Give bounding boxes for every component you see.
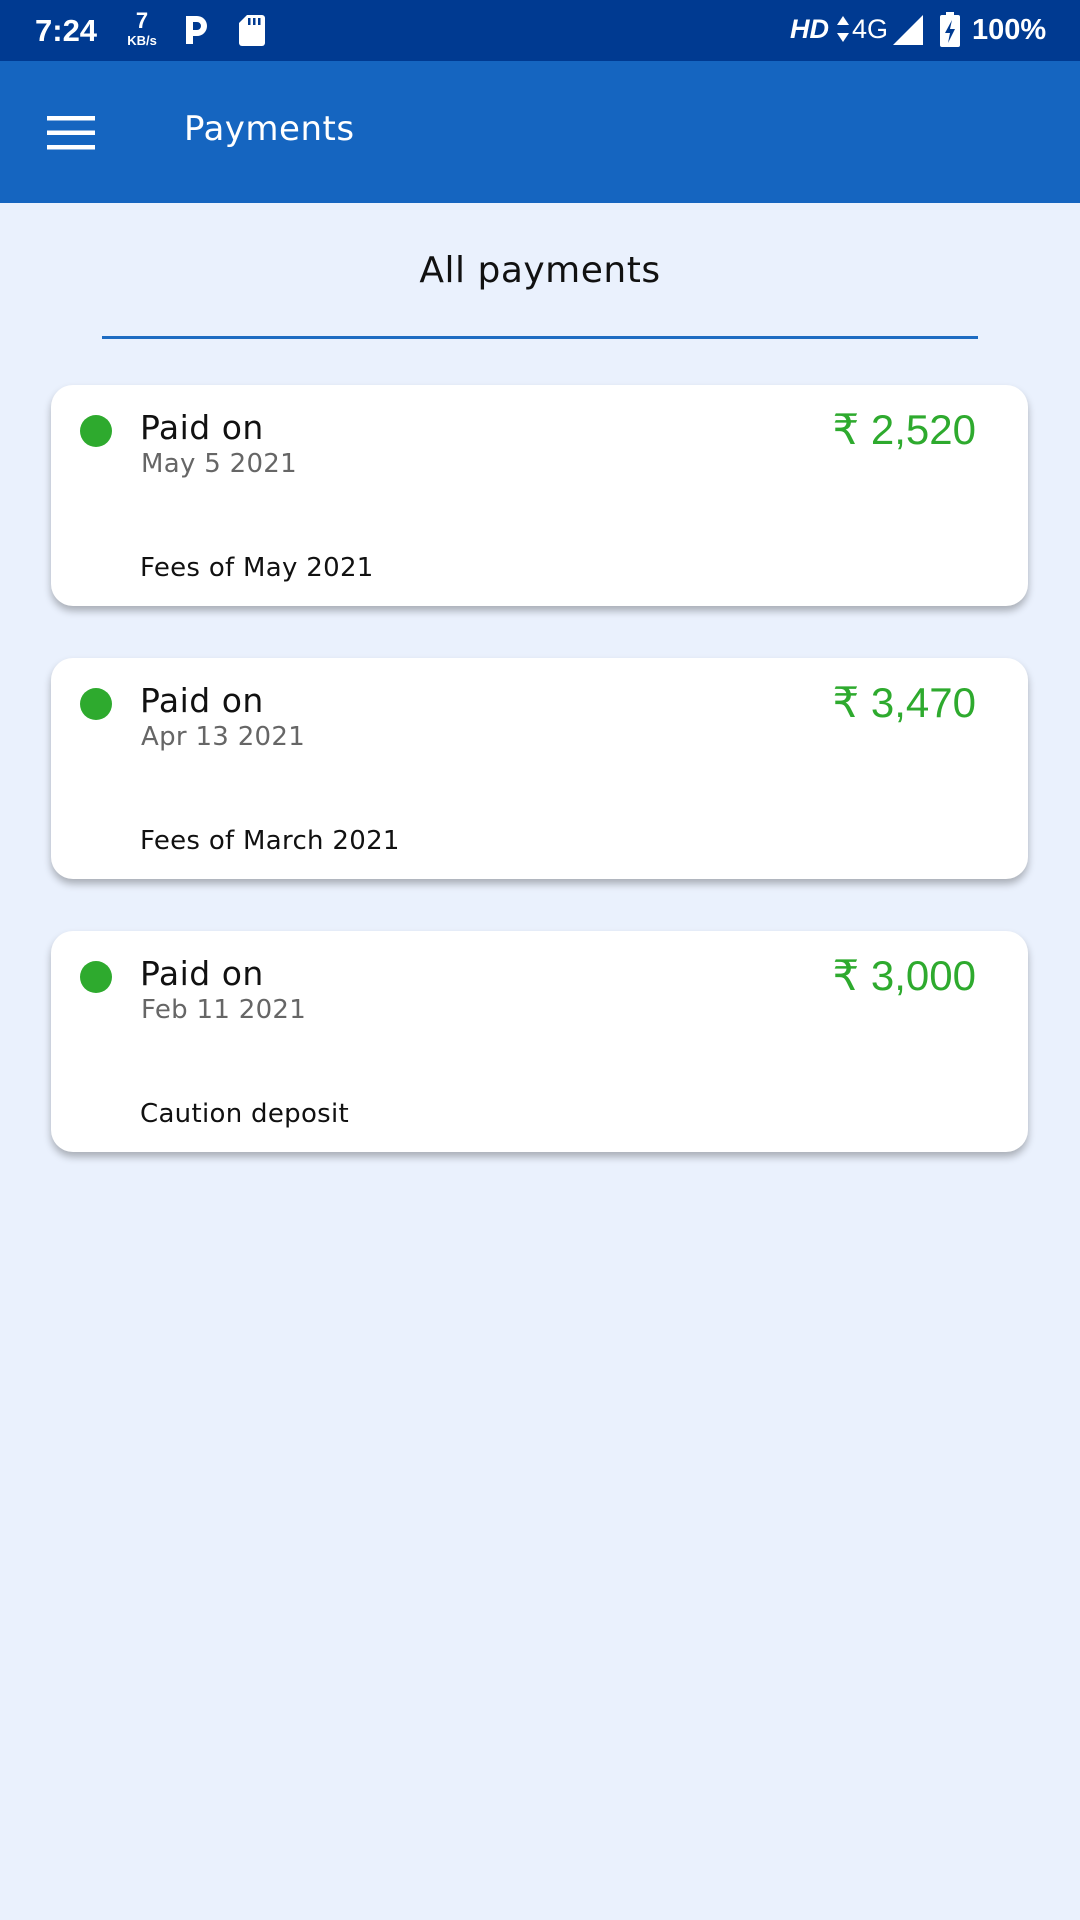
sd-card-icon: [239, 15, 265, 46]
network-speed: 7 KB/s: [120, 8, 164, 48]
paid-label: Paid on: [140, 954, 264, 993]
paid-status-dot: [80, 961, 112, 993]
payment-description: Fees of March 2021: [140, 826, 400, 856]
network-speed-unit: KB/s: [127, 33, 157, 48]
payment-date: Apr 13 2021: [141, 722, 306, 752]
paid-label: Paid on: [140, 681, 264, 720]
network-type: 4G: [852, 14, 889, 44]
paid-label: Paid on: [140, 408, 264, 447]
network-speed-value: 7: [135, 8, 149, 33]
payment-card[interactable]: Paid on Feb 11 2021 ₹ 3,000 Caution depo…: [51, 931, 1028, 1152]
payment-date: Feb 11 2021: [141, 995, 307, 1025]
payment-description: Caution deposit: [140, 1099, 350, 1129]
battery-level: 100%: [972, 14, 1047, 46]
payment-amount: ₹ 3,470: [832, 679, 977, 726]
menu-button[interactable]: [36, 103, 106, 163]
menu-icon: [47, 116, 95, 150]
parking-icon: [186, 16, 207, 44]
data-arrows-icon: [837, 16, 849, 42]
payment-date: May 5 2021: [141, 449, 297, 479]
hd-indicator: HD: [790, 14, 829, 44]
payment-card[interactable]: Paid on May 5 2021 ₹ 2,520 Fees of May 2…: [51, 385, 1028, 606]
payment-amount: ₹ 2,520: [832, 406, 977, 453]
status-bar: 7:24 7 KB/s HD 4G 100%: [0, 0, 1080, 61]
section-title: All payments: [419, 250, 661, 291]
signal-icon: [893, 15, 923, 45]
page-title: Payments: [184, 109, 355, 149]
paid-status-dot: [80, 688, 112, 720]
payment-card[interactable]: Paid on Apr 13 2021 ₹ 3,470 Fees of Marc…: [51, 658, 1028, 879]
status-time: 7:24: [35, 13, 98, 48]
paid-status-dot: [80, 415, 112, 447]
app-bar: Payments: [0, 61, 1080, 203]
battery-charging-icon: [940, 12, 960, 47]
payment-description: Fees of May 2021: [140, 553, 374, 583]
section-divider: [102, 336, 978, 339]
payment-amount: ₹ 3,000: [832, 952, 977, 999]
